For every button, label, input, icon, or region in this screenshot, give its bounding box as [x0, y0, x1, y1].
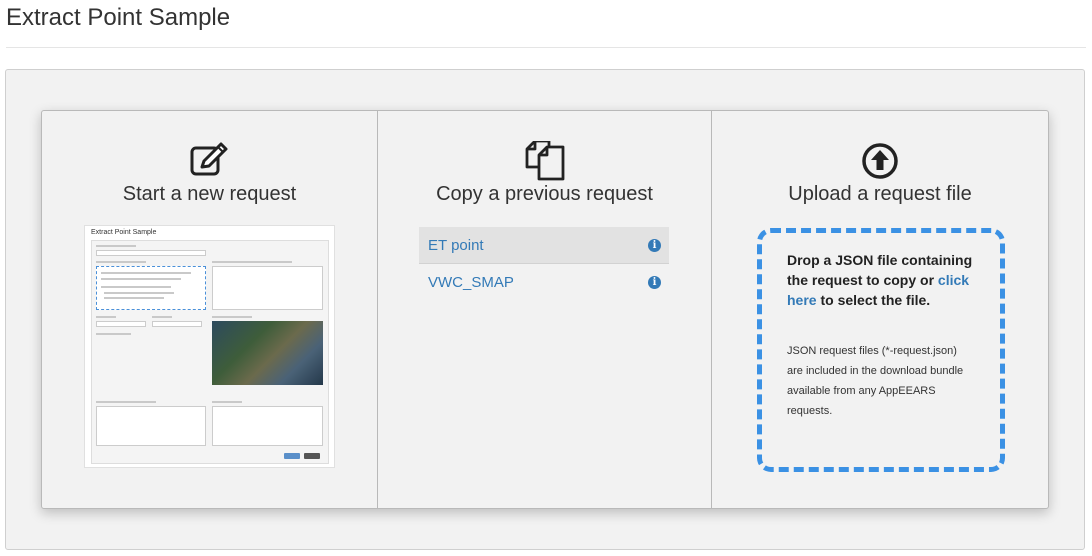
upload-request-option: Upload a request file Drop a JSON file c… — [712, 111, 1048, 508]
new-request-title: Start a new request — [122, 183, 297, 205]
previous-requests-list: ET point i VWC_SMAP i — [419, 227, 669, 301]
request-options-panel: Start a new request Extract Point Sample — [41, 110, 1049, 509]
info-icon[interactable]: i — [648, 238, 661, 252]
page-title: Extract Point Sample — [6, 4, 231, 31]
copy-request-option: Copy a previous request ET point i VWC_S… — [378, 111, 712, 508]
preview-map — [212, 321, 323, 385]
file-drop-zone[interactable]: Drop a JSON file containing the request … — [757, 228, 1005, 472]
list-item[interactable]: VWC_SMAP i — [419, 264, 669, 301]
preview-line — [104, 297, 164, 299]
copy-request-title: Copy a previous request — [436, 183, 653, 205]
preview-button — [284, 453, 300, 459]
drop-instructions: Drop a JSON file containing the request … — [787, 250, 975, 310]
new-request-preview-image[interactable]: Extract Point Sample — [84, 225, 335, 468]
preview-line — [96, 316, 116, 318]
preview-input — [152, 321, 202, 327]
copy-icon — [525, 141, 564, 181]
request-name: ET point — [428, 236, 484, 254]
upload-circle-icon — [862, 143, 898, 179]
title-divider — [6, 47, 1086, 48]
preview-line — [101, 278, 181, 280]
preview-line — [104, 292, 174, 294]
drop-text: to select the file. — [816, 292, 931, 308]
preview-line — [96, 245, 136, 247]
edit-icon — [190, 142, 227, 176]
preview-line — [212, 261, 292, 263]
new-request-option[interactable]: Start a new request Extract Point Sample — [42, 111, 378, 508]
preview-form — [91, 240, 329, 464]
info-icon[interactable]: i — [648, 276, 661, 289]
preview-textarea — [212, 266, 323, 310]
list-item[interactable]: ET point i — [419, 227, 669, 264]
preview-line — [212, 316, 252, 318]
preview-line — [96, 333, 131, 335]
request-name: VWC_SMAP — [428, 274, 514, 291]
preview-button — [304, 453, 320, 459]
preview-textarea — [96, 406, 206, 446]
preview-title: Extract Point Sample — [91, 229, 157, 236]
preview-input — [96, 250, 206, 256]
preview-textarea — [212, 406, 323, 446]
preview-input — [96, 321, 146, 327]
preview-line — [212, 401, 242, 403]
preview-line — [101, 286, 171, 288]
preview-line — [96, 401, 156, 403]
preview-line — [152, 316, 172, 318]
upload-note: JSON request files (*-request.json) are … — [787, 345, 964, 417]
upload-request-title: Upload a request file — [788, 183, 972, 205]
preview-line — [96, 261, 146, 263]
preview-line — [101, 272, 191, 274]
